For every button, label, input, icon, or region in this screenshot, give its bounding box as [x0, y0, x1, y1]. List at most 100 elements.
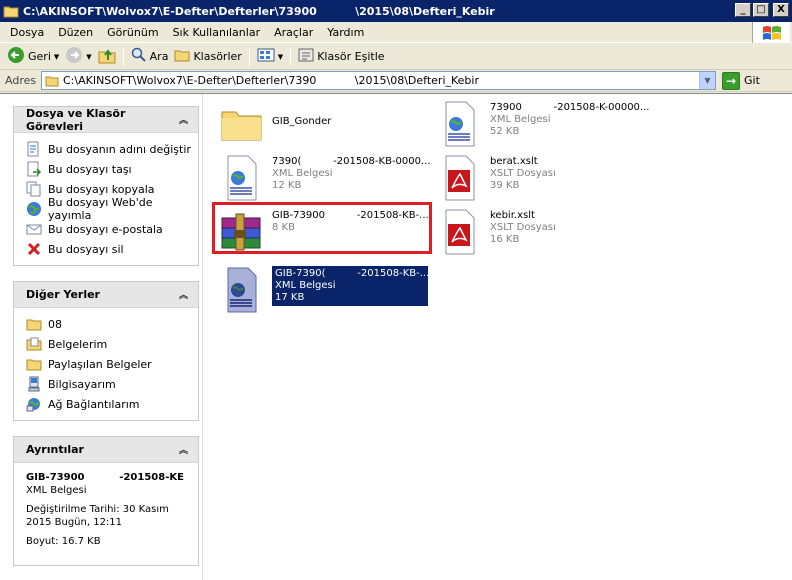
task-email[interactable]: Bu dosyayı e-postala	[26, 219, 198, 239]
file-item[interactable]: GIB_Gonder	[218, 100, 331, 148]
folder-icon	[3, 4, 19, 18]
menu-view[interactable]: Görünüm	[101, 26, 166, 39]
file-size: 52 KB	[490, 126, 520, 137]
chevron-down-icon[interactable]: ▼	[278, 53, 283, 61]
minimize-button[interactable]: _	[735, 3, 751, 17]
menu-favorites[interactable]: Sık Kullanılanlar	[167, 26, 269, 39]
place-my-computer[interactable]: Bilgisayarım	[26, 374, 198, 394]
main-area: Dosya ve Klasör Görevleri ︽ Bu dosyanın …	[0, 93, 792, 580]
details-title: Ayrıntılar	[26, 443, 84, 456]
details-file-type: XML Belgesi	[26, 485, 87, 496]
details-size: Boyut: 16.7 KB	[26, 536, 101, 547]
place-label: 08	[48, 317, 62, 331]
place-label: Belgelerim	[48, 337, 108, 351]
computer-icon	[26, 376, 42, 392]
file-item-selected[interactable]: GIB-7390( -201508-KB-... XML Belgesi 17 …	[218, 266, 429, 314]
network-icon	[26, 396, 42, 412]
file-size: 39 KB	[490, 180, 520, 191]
task-rename[interactable]: Bu dosyanın adını değiştir	[26, 139, 198, 159]
window-title: C:\AKINSOFT\Wolvox7\E-Defter\Defterler\7…	[23, 4, 495, 18]
close-button[interactable]: X	[773, 3, 789, 17]
place-label: Paylaşılan Belgeler	[48, 357, 152, 371]
other-places-panel: Diğer Yerler ︽ 08 Belgelerim Paylaşılan …	[13, 281, 199, 421]
xml-document-icon	[218, 154, 266, 202]
shared-folder-icon	[26, 356, 42, 372]
delete-icon	[26, 241, 42, 257]
go-label: Git	[744, 74, 760, 87]
place-label: Ağ Bağlantılarım	[48, 397, 140, 411]
file-item[interactable]: kebir.xslt XSLT Dosyası 16 KB	[436, 208, 556, 256]
collapse-icon[interactable]: ︽	[179, 443, 188, 456]
xml-document-icon	[218, 266, 266, 314]
file-item[interactable]: berat.xslt XSLT Dosyası 39 KB	[436, 154, 556, 202]
place-documents[interactable]: Belgelerim	[26, 334, 198, 354]
place-08[interactable]: 08	[26, 314, 198, 334]
address-bar: Adres C:\AKINSOFT\Wolvox7\E-Defter\Defte…	[0, 70, 792, 92]
folders-button[interactable]: Klasörler	[171, 46, 244, 68]
file-size: 12 KB	[272, 180, 302, 191]
go-arrow-icon: →	[722, 71, 740, 90]
task-move[interactable]: Bu dosyayı taşı	[26, 159, 198, 179]
back-button[interactable]: Geri ▼	[4, 46, 62, 68]
address-input[interactable]: C:\AKINSOFT\Wolvox7\E-Defter\Defterler\7…	[41, 71, 716, 90]
details-header[interactable]: Ayrıntılar ︽	[14, 437, 198, 463]
file-type: XML Belgesi	[490, 114, 551, 125]
windows-logo-icon	[752, 22, 790, 43]
up-folder-icon	[98, 46, 116, 67]
forward-button[interactable]: ▼	[62, 46, 94, 68]
documents-icon	[26, 336, 42, 352]
file-type: XML Belgesi	[275, 280, 336, 291]
chevron-down-icon[interactable]: ▼	[86, 53, 91, 61]
file-name: GIB_Gonder	[272, 116, 332, 127]
search-button[interactable]: Ara	[128, 46, 172, 68]
xml-document-icon	[436, 100, 484, 148]
title-bar: C:\AKINSOFT\Wolvox7\E-Defter\Defterler\7…	[0, 0, 792, 22]
file-type: XSLT Dosyası	[490, 168, 556, 179]
task-label: Bu dosyayı sil	[48, 242, 124, 256]
file-item[interactable]: 7390( -201508-KB-0000... XML Belgesi 12 …	[218, 154, 431, 202]
details-modified: Değiştirilme Tarihi: 30 Kasım 2015 Bugün…	[26, 504, 169, 528]
place-label: Bilgisayarım	[48, 377, 116, 391]
folder-sync-button[interactable]: Klasör Eşitle	[295, 46, 387, 68]
search-label: Ara	[149, 50, 169, 63]
folder-icon	[26, 316, 42, 332]
back-arrow-icon	[7, 46, 25, 67]
file-size: 16 KB	[490, 234, 520, 245]
tasks-panel-header[interactable]: Dosya ve Klasör Görevleri ︽	[14, 107, 198, 133]
place-network[interactable]: Ağ Bağlantılarım	[26, 394, 198, 414]
menu-edit[interactable]: Düzen	[52, 26, 101, 39]
chevron-down-icon[interactable]: ▼	[699, 72, 715, 89]
toolbar: Geri ▼ ▼ Ara Klasörler ▼ Klasör Eşitle	[0, 44, 792, 70]
collapse-icon[interactable]: ︽	[179, 113, 188, 126]
file-name: berat.xslt	[490, 156, 538, 167]
file-item[interactable]: 73900 -201508-K-00000... XML Belgesi 52 …	[436, 100, 649, 148]
explorer-window: C:\AKINSOFT\Wolvox7\E-Defter\Defterler\7…	[0, 0, 792, 580]
file-type: XML Belgesi	[272, 168, 333, 179]
xslt-file-icon	[436, 208, 484, 256]
views-icon	[257, 47, 275, 66]
move-icon	[26, 161, 42, 177]
task-label: Bu dosyayı taşı	[48, 162, 132, 176]
other-places-title: Diğer Yerler	[26, 288, 100, 301]
menu-help[interactable]: Yardım	[321, 26, 372, 39]
task-pane: Dosya ve Klasör Görevleri ︽ Bu dosyanın …	[0, 94, 203, 580]
search-icon	[131, 47, 147, 66]
chevron-down-icon[interactable]: ▼	[54, 53, 59, 61]
address-path: C:\AKINSOFT\Wolvox7\E-Defter\Defterler\7…	[63, 74, 479, 87]
other-places-header[interactable]: Diğer Yerler ︽	[14, 282, 198, 308]
menu-file[interactable]: Dosya	[4, 26, 52, 39]
menu-tools[interactable]: Araçlar	[268, 26, 321, 39]
up-folder-button[interactable]	[95, 46, 119, 68]
collapse-icon[interactable]: ︽	[179, 288, 188, 301]
task-delete[interactable]: Bu dosyayı sil	[26, 239, 198, 259]
email-icon	[26, 221, 42, 237]
file-name: 7390( -201508-KB-0000...	[272, 156, 431, 167]
task-publish-web[interactable]: Bu dosyayı Web'de yayımla	[26, 196, 198, 222]
folders-label: Klasörler	[193, 50, 242, 63]
go-button[interactable]: → Git	[722, 71, 760, 90]
copy-icon	[26, 181, 42, 197]
place-shared-documents[interactable]: Paylaşılan Belgeler	[26, 354, 198, 374]
tasks-panel-title: Dosya ve Klasör Görevleri	[26, 106, 126, 133]
maximize-button[interactable]: □	[753, 3, 769, 17]
views-button[interactable]: ▼	[254, 46, 286, 68]
